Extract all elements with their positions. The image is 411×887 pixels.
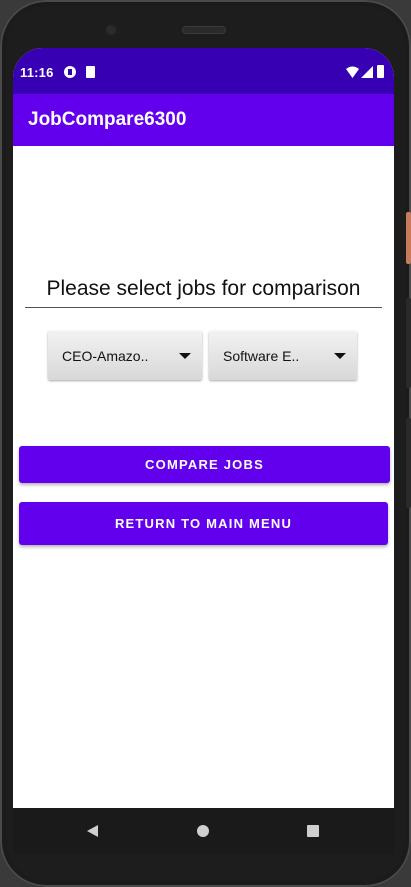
battery-icon	[377, 65, 384, 78]
app-bar: JobCompare6300	[13, 94, 394, 146]
dropdown-arrow-icon	[179, 353, 191, 359]
return-to-main-menu-button[interactable]: RETURN TO MAIN MENU	[19, 502, 388, 545]
app-title: JobCompare6300	[28, 109, 187, 130]
front-camera	[103, 22, 119, 38]
recents-icon[interactable]	[307, 825, 319, 837]
home-icon[interactable]	[197, 825, 209, 837]
job-2-spinner[interactable]: Software E..	[209, 331, 357, 380]
status-time: 11:16	[20, 65, 54, 80]
screen: 11:16 JobCompare6300 Please select jobs …	[13, 48, 394, 808]
dropdown-arrow-icon	[334, 353, 346, 359]
phone-frame: 11:16 JobCompare6300 Please select jobs …	[0, 0, 411, 887]
volume-up-button[interactable]	[406, 298, 411, 388]
job-2-selected-value: Software E..	[223, 348, 300, 364]
volume-down-button[interactable]	[406, 418, 411, 508]
navigation-bar	[13, 808, 394, 854]
wifi-icon	[346, 66, 359, 78]
compare-jobs-button[interactable]: COMPARE JOBS	[19, 446, 390, 483]
status-bar: 11:16	[13, 48, 394, 94]
sd-card-icon	[86, 66, 95, 78]
signal-icon	[361, 66, 373, 78]
selection-prompt: Please select jobs for comparison	[25, 277, 382, 308]
job-1-selected-value: CEO-Amazo..	[62, 348, 149, 364]
power-button[interactable]	[406, 212, 411, 264]
notification-icon	[64, 66, 76, 78]
back-icon[interactable]	[87, 825, 98, 837]
earpiece-speaker	[182, 26, 226, 34]
job-1-spinner[interactable]: CEO-Amazo..	[48, 331, 202, 380]
